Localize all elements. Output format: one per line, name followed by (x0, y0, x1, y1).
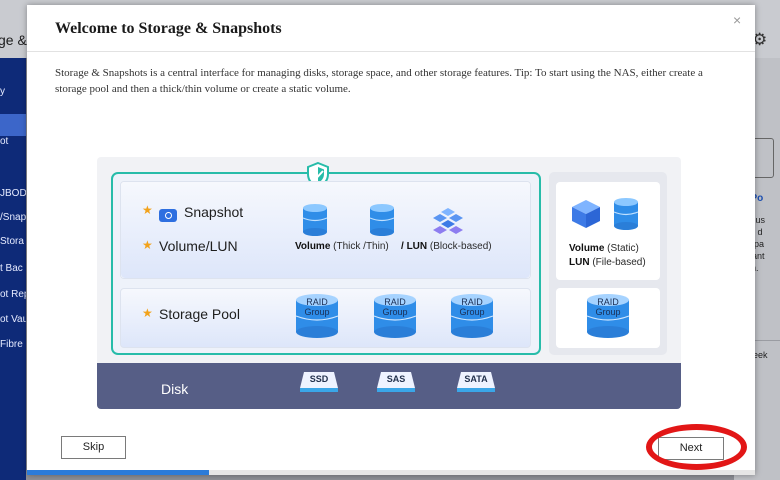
raid-label: RAID (306, 297, 328, 307)
disk-label: Disk (161, 381, 189, 397)
sidebar-item[interactable]: ot Vau (0, 314, 26, 325)
raid-label: Group (595, 307, 621, 317)
sidebar-item[interactable]: JBOD (0, 188, 26, 199)
sata-label: SATA (464, 374, 488, 384)
static-volume-caption: Volume (Static) (569, 243, 639, 254)
lun-block-icon (433, 208, 463, 234)
storage-pool-label: Storage Pool (159, 306, 240, 322)
file-lun-caption: LUN (File-based) (569, 257, 646, 268)
raid-label: Group (304, 307, 330, 317)
sidebar-item-selected[interactable] (0, 114, 26, 136)
star-icon: ★ (142, 238, 153, 252)
raid-label: Group (382, 307, 408, 317)
sidebar-item[interactable]: ot (0, 136, 26, 147)
dialog-description: Storage & Snapshots is a central interfa… (55, 67, 703, 95)
wifi-icon: ◠ (241, 139, 252, 153)
star-icon: ★ (142, 203, 153, 217)
sas-label: SAS (386, 374, 406, 384)
sidebar-item[interactable]: Fibre (0, 339, 26, 350)
lun-block-caption: / LUN (Block-based) (401, 241, 492, 252)
volume-icon (369, 204, 395, 236)
sidebar-item[interactable]: /Snap (0, 212, 26, 223)
volume-icon (302, 204, 328, 236)
raid-label: Group (459, 307, 485, 317)
file-lun-cube-icon (572, 200, 600, 228)
sidebar-item[interactable]: ot Rep (0, 289, 26, 300)
volume-lun-label: Volume/LUN (159, 238, 238, 254)
volume-thick-thin-caption: Volume (Thick /Thin) (295, 241, 389, 252)
wizard-progress-fill (27, 470, 209, 475)
ssd-label: SSD (309, 374, 329, 384)
sidebar-item[interactable]: t Bac (0, 263, 26, 274)
dialog-title: Welcome to Storage & Snapshots (55, 20, 282, 37)
snapshot-label: Snapshot (184, 204, 244, 220)
welcome-dialog: Welcome to Storage & Snapshots × Storage… (27, 5, 755, 475)
raid-label: RAID (461, 297, 483, 307)
skip-button[interactable]: Skip (61, 436, 126, 459)
background-sidebar: y ot JBOD /Snap Stora t Bac ot Rep ot Va… (0, 58, 26, 480)
next-button-highlight (646, 424, 747, 470)
sidebar-item[interactable]: Stora (0, 236, 26, 247)
divider (27, 51, 755, 52)
sidebar-item[interactable]: y (0, 86, 26, 97)
wizard-progress-bar (27, 470, 755, 475)
star-icon: ★ (142, 306, 153, 320)
close-icon[interactable]: × (733, 12, 741, 28)
background-app-title: ge & (0, 32, 27, 48)
raid-label: RAID (384, 297, 406, 307)
static-volume-icon (613, 198, 639, 230)
camera-icon (159, 209, 177, 222)
raid-label: RAID (597, 297, 619, 307)
